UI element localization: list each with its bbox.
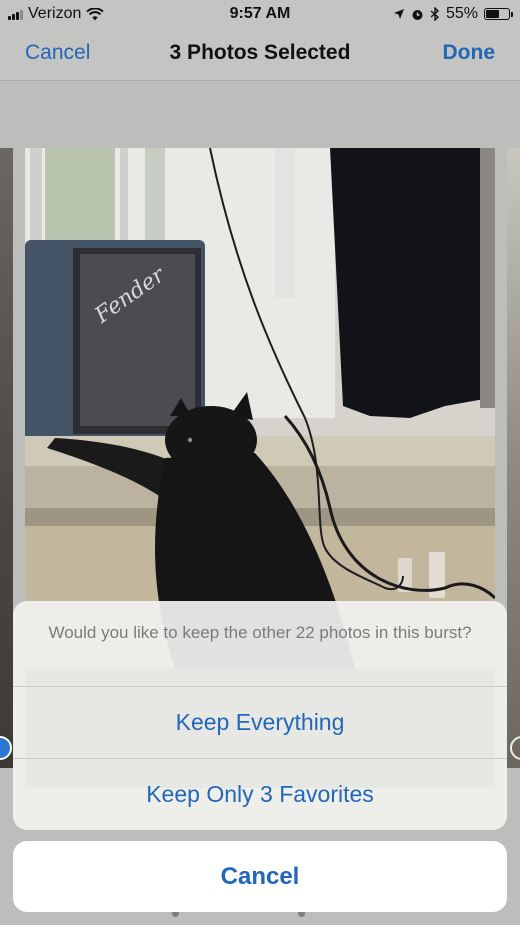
keep-favorites-button[interactable]: Keep Only 3 Favorites: [13, 759, 507, 830]
bluetooth-icon: [430, 7, 439, 21]
previous-photo-thumbnail[interactable]: [0, 148, 13, 768]
status-right: 55%: [393, 5, 513, 23]
action-sheet: Would you like to keep the other 22 phot…: [13, 601, 507, 830]
next-photo-thumbnail[interactable]: [507, 148, 520, 768]
action-sheet-cancel-button[interactable]: Cancel: [13, 841, 507, 912]
action-sheet-message: Would you like to keep the other 22 phot…: [13, 601, 507, 687]
battery-fill: [486, 10, 500, 18]
keep-everything-button[interactable]: Keep Everything: [13, 687, 507, 759]
status-bar: Verizon 9:57 AM 55%: [0, 0, 520, 30]
location-arrow-icon: [393, 9, 404, 19]
battery-icon: [484, 8, 513, 20]
alarm-icon: [412, 9, 423, 20]
nav-bar: Cancel 3 Photos Selected Done: [0, 30, 520, 81]
battery-percent: 55%: [445, 5, 478, 22]
done-button[interactable]: Done: [443, 41, 496, 65]
